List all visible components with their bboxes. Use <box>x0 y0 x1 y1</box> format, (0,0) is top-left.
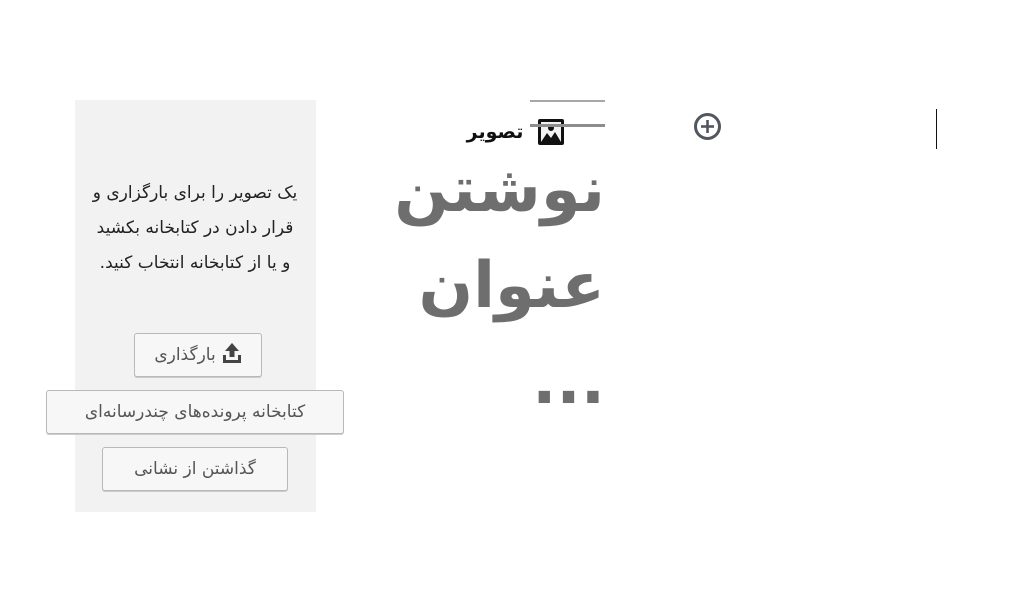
title-divider-top <box>530 100 605 102</box>
upload-button[interactable]: بارگذاری <box>134 333 262 377</box>
title-divider-bottom <box>530 124 605 127</box>
post-title-placeholder[interactable]: نوشتن عنوان ... <box>350 142 605 430</box>
text-cursor-caret <box>936 109 937 149</box>
upload-button-label: بارگذاری <box>154 345 216 365</box>
insert-from-url-button-label: گذاشتن از نشانی <box>134 459 256 479</box>
insert-from-url-button[interactable]: گذاشتن از نشانی <box>102 447 288 491</box>
image-block-instructions: یک تصویر را برای بارگزاری و قرار دادن در… <box>92 183 298 273</box>
upload-icon <box>222 342 242 369</box>
plus-circle-icon[interactable] <box>693 112 722 141</box>
media-library-button[interactable]: کتابخانه پرونده‌های چندرسانه‌ای <box>46 390 344 434</box>
media-library-button-label: کتابخانه پرونده‌های چندرسانه‌ای <box>84 402 306 422</box>
image-block-title: تصویر <box>466 121 524 143</box>
